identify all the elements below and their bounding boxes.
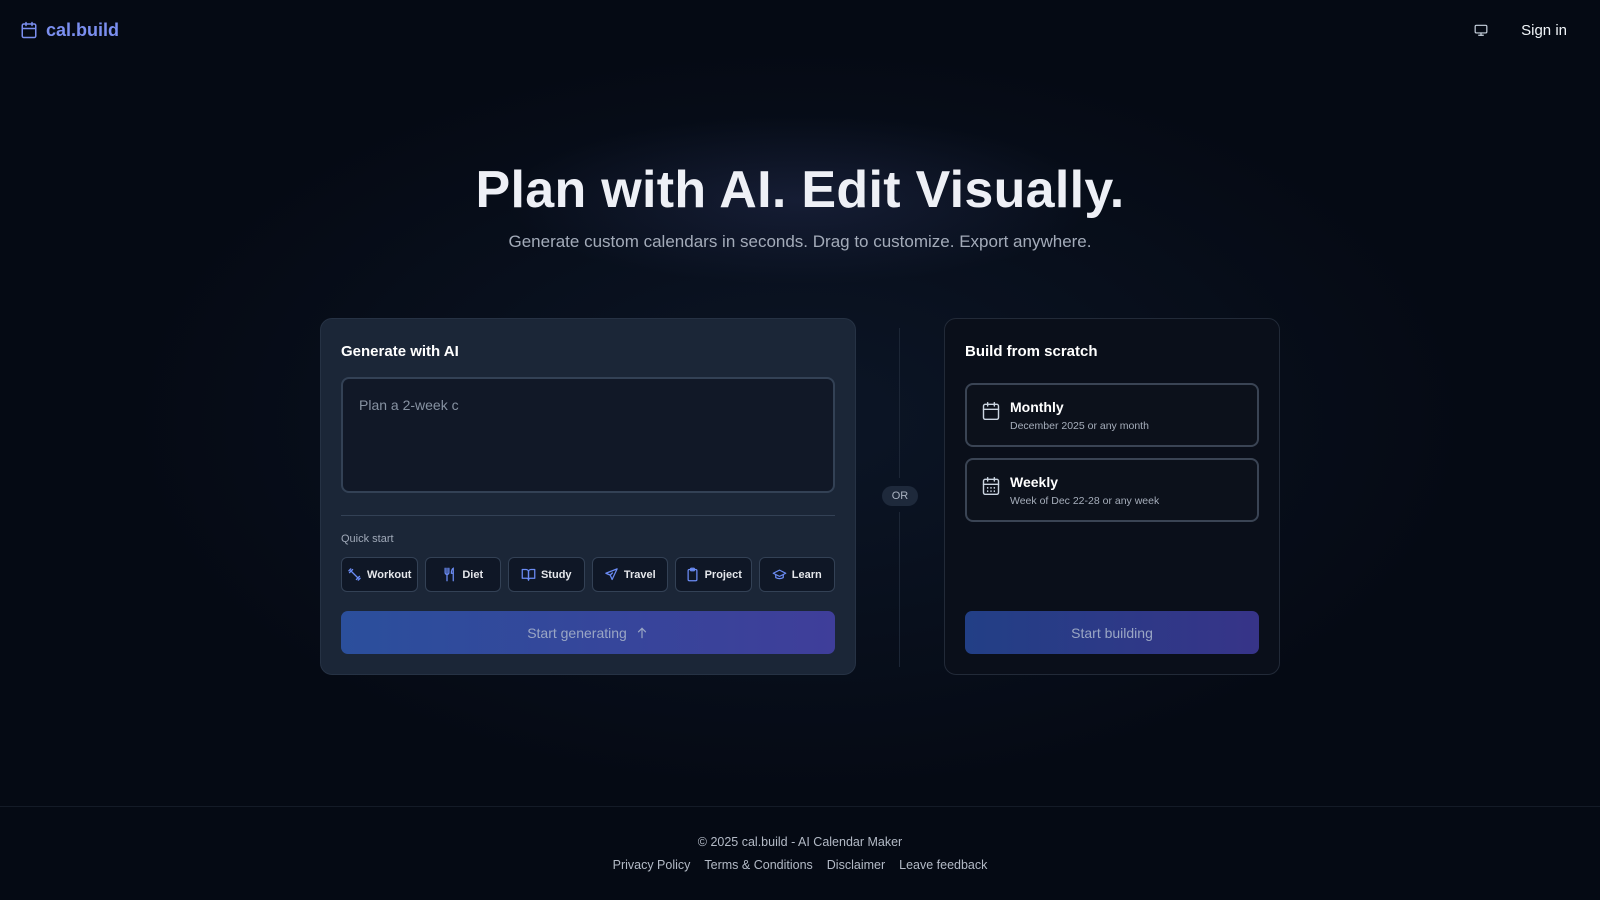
- disclaimer-link[interactable]: Disclaimer: [827, 858, 885, 872]
- chip-label: Workout: [367, 568, 412, 581]
- build-from-scratch-card: Build from scratch Monthly December 2025…: [944, 318, 1280, 675]
- terms-link[interactable]: Terms & Conditions: [704, 858, 812, 872]
- hero-subtitle: Generate custom calendars in seconds. Dr…: [508, 232, 1092, 251]
- hero: Plan with AI. Edit Visually. Generate cu…: [0, 160, 1600, 252]
- display-toggle-button[interactable]: [1471, 20, 1491, 40]
- chip-study[interactable]: Study: [508, 557, 585, 592]
- hero-title: Plan with AI. Edit Visually.: [475, 161, 1125, 219]
- monthly-title: Monthly: [1010, 399, 1064, 415]
- header-actions: Sign in: [1471, 20, 1580, 40]
- copyright: © 2025 cal.build - AI Calendar Maker: [697, 835, 903, 849]
- privacy-policy-link[interactable]: Privacy Policy: [613, 858, 691, 872]
- sign-in-link[interactable]: Sign in: [1521, 22, 1567, 39]
- or-badge: OR: [882, 486, 918, 506]
- dumbbell-icon: [348, 568, 361, 581]
- weekly-title: Weekly: [1010, 474, 1058, 490]
- quick-start-label: Quick start: [341, 533, 394, 545]
- monitor-icon: [1474, 24, 1488, 36]
- chip-workout[interactable]: Workout: [341, 557, 418, 592]
- clipboard-icon: [687, 567, 698, 582]
- chip-label: Project: [704, 568, 742, 581]
- start-generating-label: Start generating: [527, 624, 627, 641]
- start-generating-button[interactable]: Start generating: [341, 611, 835, 654]
- leave-feedback-link[interactable]: Leave feedback: [899, 858, 987, 872]
- plane-icon: [605, 568, 618, 581]
- start-building-button[interactable]: Start building: [965, 611, 1259, 654]
- calendar-grid-icon: [982, 476, 1000, 496]
- quick-start-chips: Workout Diet Study Travel Project Learn: [341, 557, 835, 592]
- graduation-cap-icon: [772, 569, 787, 580]
- chip-label: Travel: [623, 568, 656, 581]
- calendar-icon: [982, 401, 1000, 421]
- weekly-subtitle: Week of Dec 22-28 or any week: [1010, 495, 1160, 507]
- chip-label: Diet: [462, 568, 484, 581]
- divider: [341, 515, 835, 516]
- footer: © 2025 cal.build - AI Calendar Maker Pri…: [0, 806, 1600, 900]
- footer-links: Privacy Policy Terms & Conditions Discla…: [0, 858, 1600, 872]
- top-bar: cal.build Sign in: [0, 0, 1600, 60]
- chip-project[interactable]: Project: [675, 557, 752, 592]
- chip-learn[interactable]: Learn: [758, 557, 835, 592]
- calendar-icon: [21, 21, 37, 39]
- chip-label: Study: [540, 568, 572, 581]
- generate-with-ai-card: Generate with AI Plan a 2-week c Quick s…: [320, 318, 856, 675]
- arrow-up-icon: [637, 627, 646, 638]
- logo[interactable]: cal.build: [20, 20, 119, 41]
- utensils-icon: [444, 567, 455, 582]
- logo-text: cal.build: [46, 19, 120, 40]
- build-card-title: Build from scratch: [965, 343, 1098, 360]
- prompt-textarea[interactable]: Plan a 2-week c: [341, 377, 835, 493]
- book-icon: [521, 568, 536, 581]
- chip-diet[interactable]: Diet: [424, 557, 501, 592]
- monthly-option[interactable]: Monthly December 2025 or any month: [965, 383, 1259, 447]
- ai-card-title: Generate with AI: [341, 343, 459, 360]
- chip-label: Learn: [791, 568, 822, 581]
- weekly-option[interactable]: Weekly Week of Dec 22-28 or any week: [965, 458, 1259, 522]
- separator-line: [899, 328, 900, 478]
- separator-line: [899, 512, 900, 667]
- monthly-subtitle: December 2025 or any month: [1010, 420, 1149, 432]
- chip-travel[interactable]: Travel: [591, 557, 668, 592]
